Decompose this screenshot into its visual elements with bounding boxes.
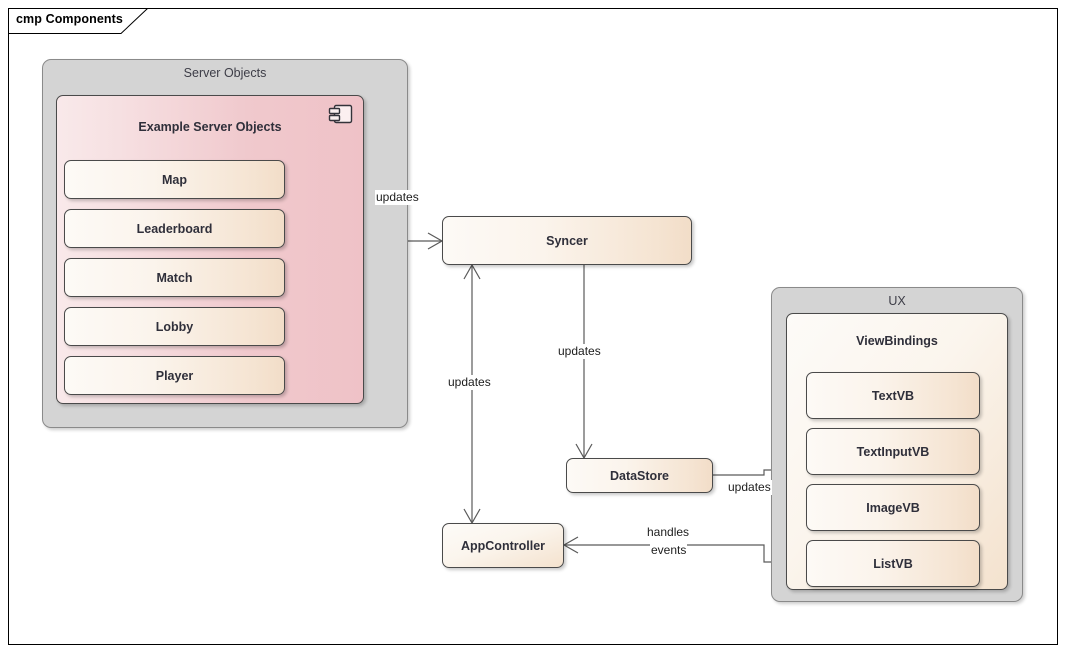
component-icon <box>328 104 353 124</box>
component-textvb-label: TextVB <box>871 388 915 403</box>
package-server-objects-title: Server Objects <box>183 66 267 80</box>
frame-tab-label: cmp Components <box>16 12 123 26</box>
component-lobby[interactable]: Lobby <box>64 307 285 346</box>
component-lobby-label: Lobby <box>155 319 194 334</box>
edge-label-ux-appcontroller-line1: handles <box>646 525 691 540</box>
component-leaderboard[interactable]: Leaderboard <box>64 209 285 248</box>
component-textvb[interactable]: TextVB <box>806 372 980 419</box>
component-viewbindings-title: ViewBindings <box>856 334 938 348</box>
component-example-server-objects-title: Example Server Objects <box>138 120 282 134</box>
component-imagevb[interactable]: ImageVB <box>806 484 980 531</box>
component-datastore-label: DataStore <box>609 468 670 483</box>
component-appcontroller[interactable]: AppController <box>442 523 564 568</box>
component-syncer-label: Syncer <box>546 233 588 248</box>
component-appcontroller-label: AppController <box>460 538 546 553</box>
edge-label-server-syncer: updates <box>375 190 420 205</box>
component-player[interactable]: Player <box>64 356 285 395</box>
edge-label-datastore-ux: updates <box>727 480 772 495</box>
component-datastore[interactable]: DataStore <box>566 458 713 493</box>
package-ux-title: UX <box>888 294 906 308</box>
component-map-label: Map <box>162 172 187 187</box>
component-textinputvb[interactable]: TextInputVB <box>806 428 980 475</box>
component-textinputvb-label: TextInputVB <box>856 444 930 459</box>
edge-label-syncer-datastore: updates <box>557 344 602 359</box>
component-player-label: Player <box>155 368 194 383</box>
diagram-canvas: cmp Components Syncer (bidirectional, ho… <box>0 0 1071 654</box>
component-match[interactable]: Match <box>64 258 285 297</box>
component-match-label: Match <box>156 270 193 285</box>
component-leaderboard-label: Leaderboard <box>136 221 213 236</box>
component-map[interactable]: Map <box>64 160 285 199</box>
edge-label-appcontroller-syncer: updates <box>447 375 492 390</box>
edge-label-ux-appcontroller-line2: events <box>650 543 688 558</box>
component-imagevb-label: ImageVB <box>866 500 920 515</box>
component-listvb[interactable]: ListVB <box>806 540 980 587</box>
component-listvb-label: ListVB <box>873 556 913 571</box>
component-syncer[interactable]: Syncer <box>442 216 692 265</box>
